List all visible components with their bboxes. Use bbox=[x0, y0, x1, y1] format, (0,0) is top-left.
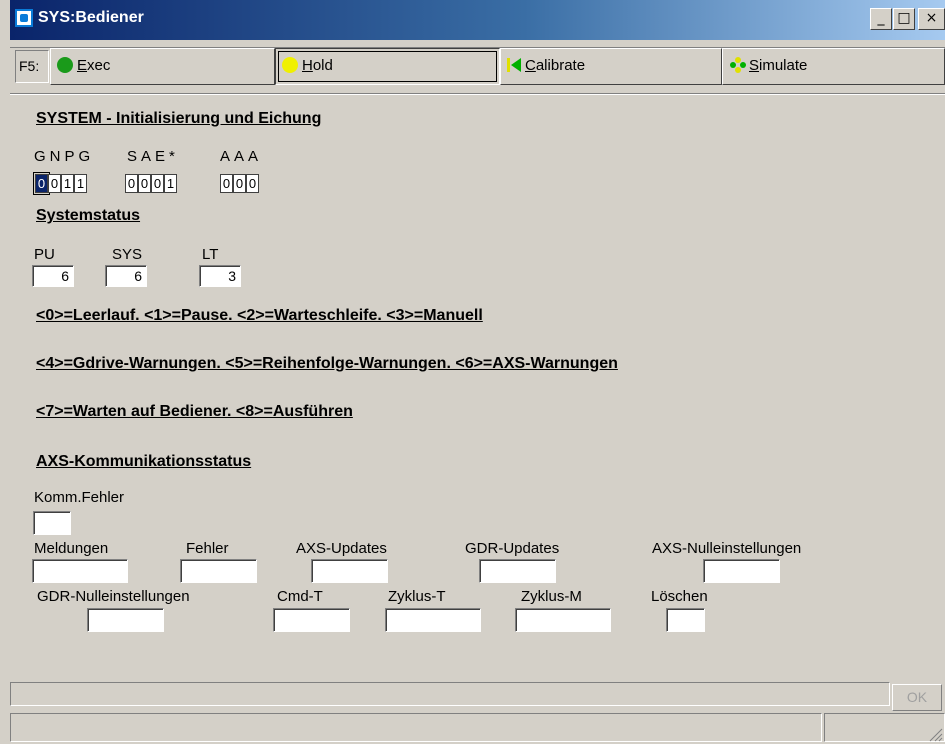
exec-label: xec bbox=[87, 57, 111, 74]
comm-error-label: Komm.Fehler bbox=[34, 489, 125, 506]
cmd-t-field[interactable] bbox=[273, 608, 350, 632]
hold-label: old bbox=[312, 57, 333, 74]
yellow-dot-icon bbox=[282, 57, 298, 73]
simulate-star-icon bbox=[730, 57, 746, 73]
zyklus-m-field[interactable] bbox=[515, 608, 611, 632]
simulate-mnemonic: S bbox=[749, 57, 760, 74]
bit-gnpg-2[interactable]: 0 bbox=[48, 174, 61, 193]
loeschen-field[interactable] bbox=[666, 608, 705, 632]
exec-button[interactable]: Exec bbox=[50, 48, 275, 85]
gdr-nulleinstellungen-field[interactable] bbox=[87, 608, 164, 632]
sys-field[interactable]: 6 bbox=[105, 265, 147, 287]
bit-gnpg-1[interactable]: 0 bbox=[33, 172, 50, 195]
green-dot-icon bbox=[57, 57, 73, 73]
maximize-button[interactable]: □ bbox=[893, 8, 915, 30]
status-heading: Systemstatus bbox=[36, 207, 141, 224]
exec-mnemonic: E bbox=[77, 57, 88, 74]
axs-updates-label: AXS-Updates bbox=[296, 540, 387, 557]
gdr-nulleinstellungen-label: GDR-Nulleinstellungen bbox=[37, 588, 190, 605]
axs-nulleinstellungen-label: AXS-Nulleinstellungen bbox=[652, 540, 802, 557]
bit-sae-1[interactable]: 0 bbox=[125, 174, 138, 193]
bit-aaa-2[interactable]: 0 bbox=[233, 174, 246, 193]
gdr-updates-field[interactable] bbox=[479, 559, 556, 583]
calibrate-mnemonic: C bbox=[525, 57, 536, 74]
status-legend-2: <4>=Gdrive-Warnungen. <5>=Reihenfolge-Wa… bbox=[36, 355, 618, 372]
app-icon[interactable] bbox=[15, 9, 33, 27]
fehler-field[interactable] bbox=[180, 559, 257, 583]
title-bar[interactable]: SYS:Bediener bbox=[10, 0, 945, 40]
bit-aaa-1[interactable]: 0 bbox=[220, 174, 233, 193]
bit-aaa-3[interactable]: 0 bbox=[246, 174, 259, 193]
status-bar-main bbox=[10, 713, 822, 742]
pu-label: PU bbox=[34, 246, 55, 263]
bit-sae-4[interactable]: 1 bbox=[164, 174, 177, 193]
meldungen-label: Meldungen bbox=[34, 540, 109, 557]
simulate-button[interactable]: Simulate bbox=[722, 48, 945, 85]
zyklus-t-field[interactable] bbox=[385, 608, 481, 632]
axs-updates-field[interactable] bbox=[311, 559, 388, 583]
calibrate-arrow-icon bbox=[507, 58, 521, 72]
gnpg-label: GNPG bbox=[34, 148, 95, 165]
axs-heading: AXS-Kommunikationsstatus bbox=[36, 453, 252, 470]
lt-field[interactable]: 3 bbox=[199, 265, 241, 287]
status-legend-3: <7>=Warten auf Bediener. <8>=Ausführen bbox=[36, 403, 353, 420]
status-legend-1: <0>=Leerlauf. <1>=Pause. <2>=Warteschlei… bbox=[36, 307, 483, 324]
fehler-label: Fehler bbox=[186, 540, 229, 557]
meldungen-field[interactable] bbox=[32, 559, 128, 583]
bit-gnpg-4[interactable]: 1 bbox=[74, 174, 87, 193]
sae-label: SAE* bbox=[127, 148, 179, 165]
resize-grip-icon[interactable] bbox=[927, 726, 943, 742]
loeschen-label: Löschen bbox=[651, 588, 708, 605]
minimize-button[interactable]: _ bbox=[870, 8, 892, 30]
fkey-label: F5: bbox=[15, 50, 49, 83]
zyklus-t-label: Zyklus-T bbox=[388, 588, 446, 605]
aaa-label: AAA bbox=[220, 148, 263, 165]
cmd-t-label: Cmd-T bbox=[277, 588, 323, 605]
axs-nulleinstellungen-field[interactable] bbox=[703, 559, 780, 583]
bit-sae-3[interactable]: 0 bbox=[151, 174, 164, 193]
init-heading: SYSTEM - Initialisierung und Eichung bbox=[36, 110, 322, 127]
sys-label: SYS bbox=[112, 246, 143, 263]
comm-error-field[interactable] bbox=[33, 511, 71, 535]
hold-button[interactable]: Hold bbox=[275, 48, 500, 85]
hold-mnemonic: H bbox=[302, 57, 313, 74]
zyklus-m-label: Zyklus-M bbox=[521, 588, 582, 605]
ok-button[interactable]: OK bbox=[892, 684, 942, 711]
lt-label: LT bbox=[202, 246, 219, 263]
toolbar-separator bbox=[10, 93, 945, 95]
bit-sae-2[interactable]: 0 bbox=[138, 174, 151, 193]
close-button[interactable]: × bbox=[918, 8, 945, 30]
calibrate-button[interactable]: Calibrate bbox=[500, 48, 722, 85]
bit-gnpg-3[interactable]: 1 bbox=[61, 174, 74, 193]
gdr-updates-label: GDR-Updates bbox=[465, 540, 560, 557]
pu-field[interactable]: 6 bbox=[32, 265, 74, 287]
simulate-label: imulate bbox=[759, 57, 808, 74]
message-bar bbox=[10, 682, 890, 706]
window-title: SYS:Bediener bbox=[38, 9, 144, 26]
calibrate-label: alibrate bbox=[535, 57, 586, 74]
